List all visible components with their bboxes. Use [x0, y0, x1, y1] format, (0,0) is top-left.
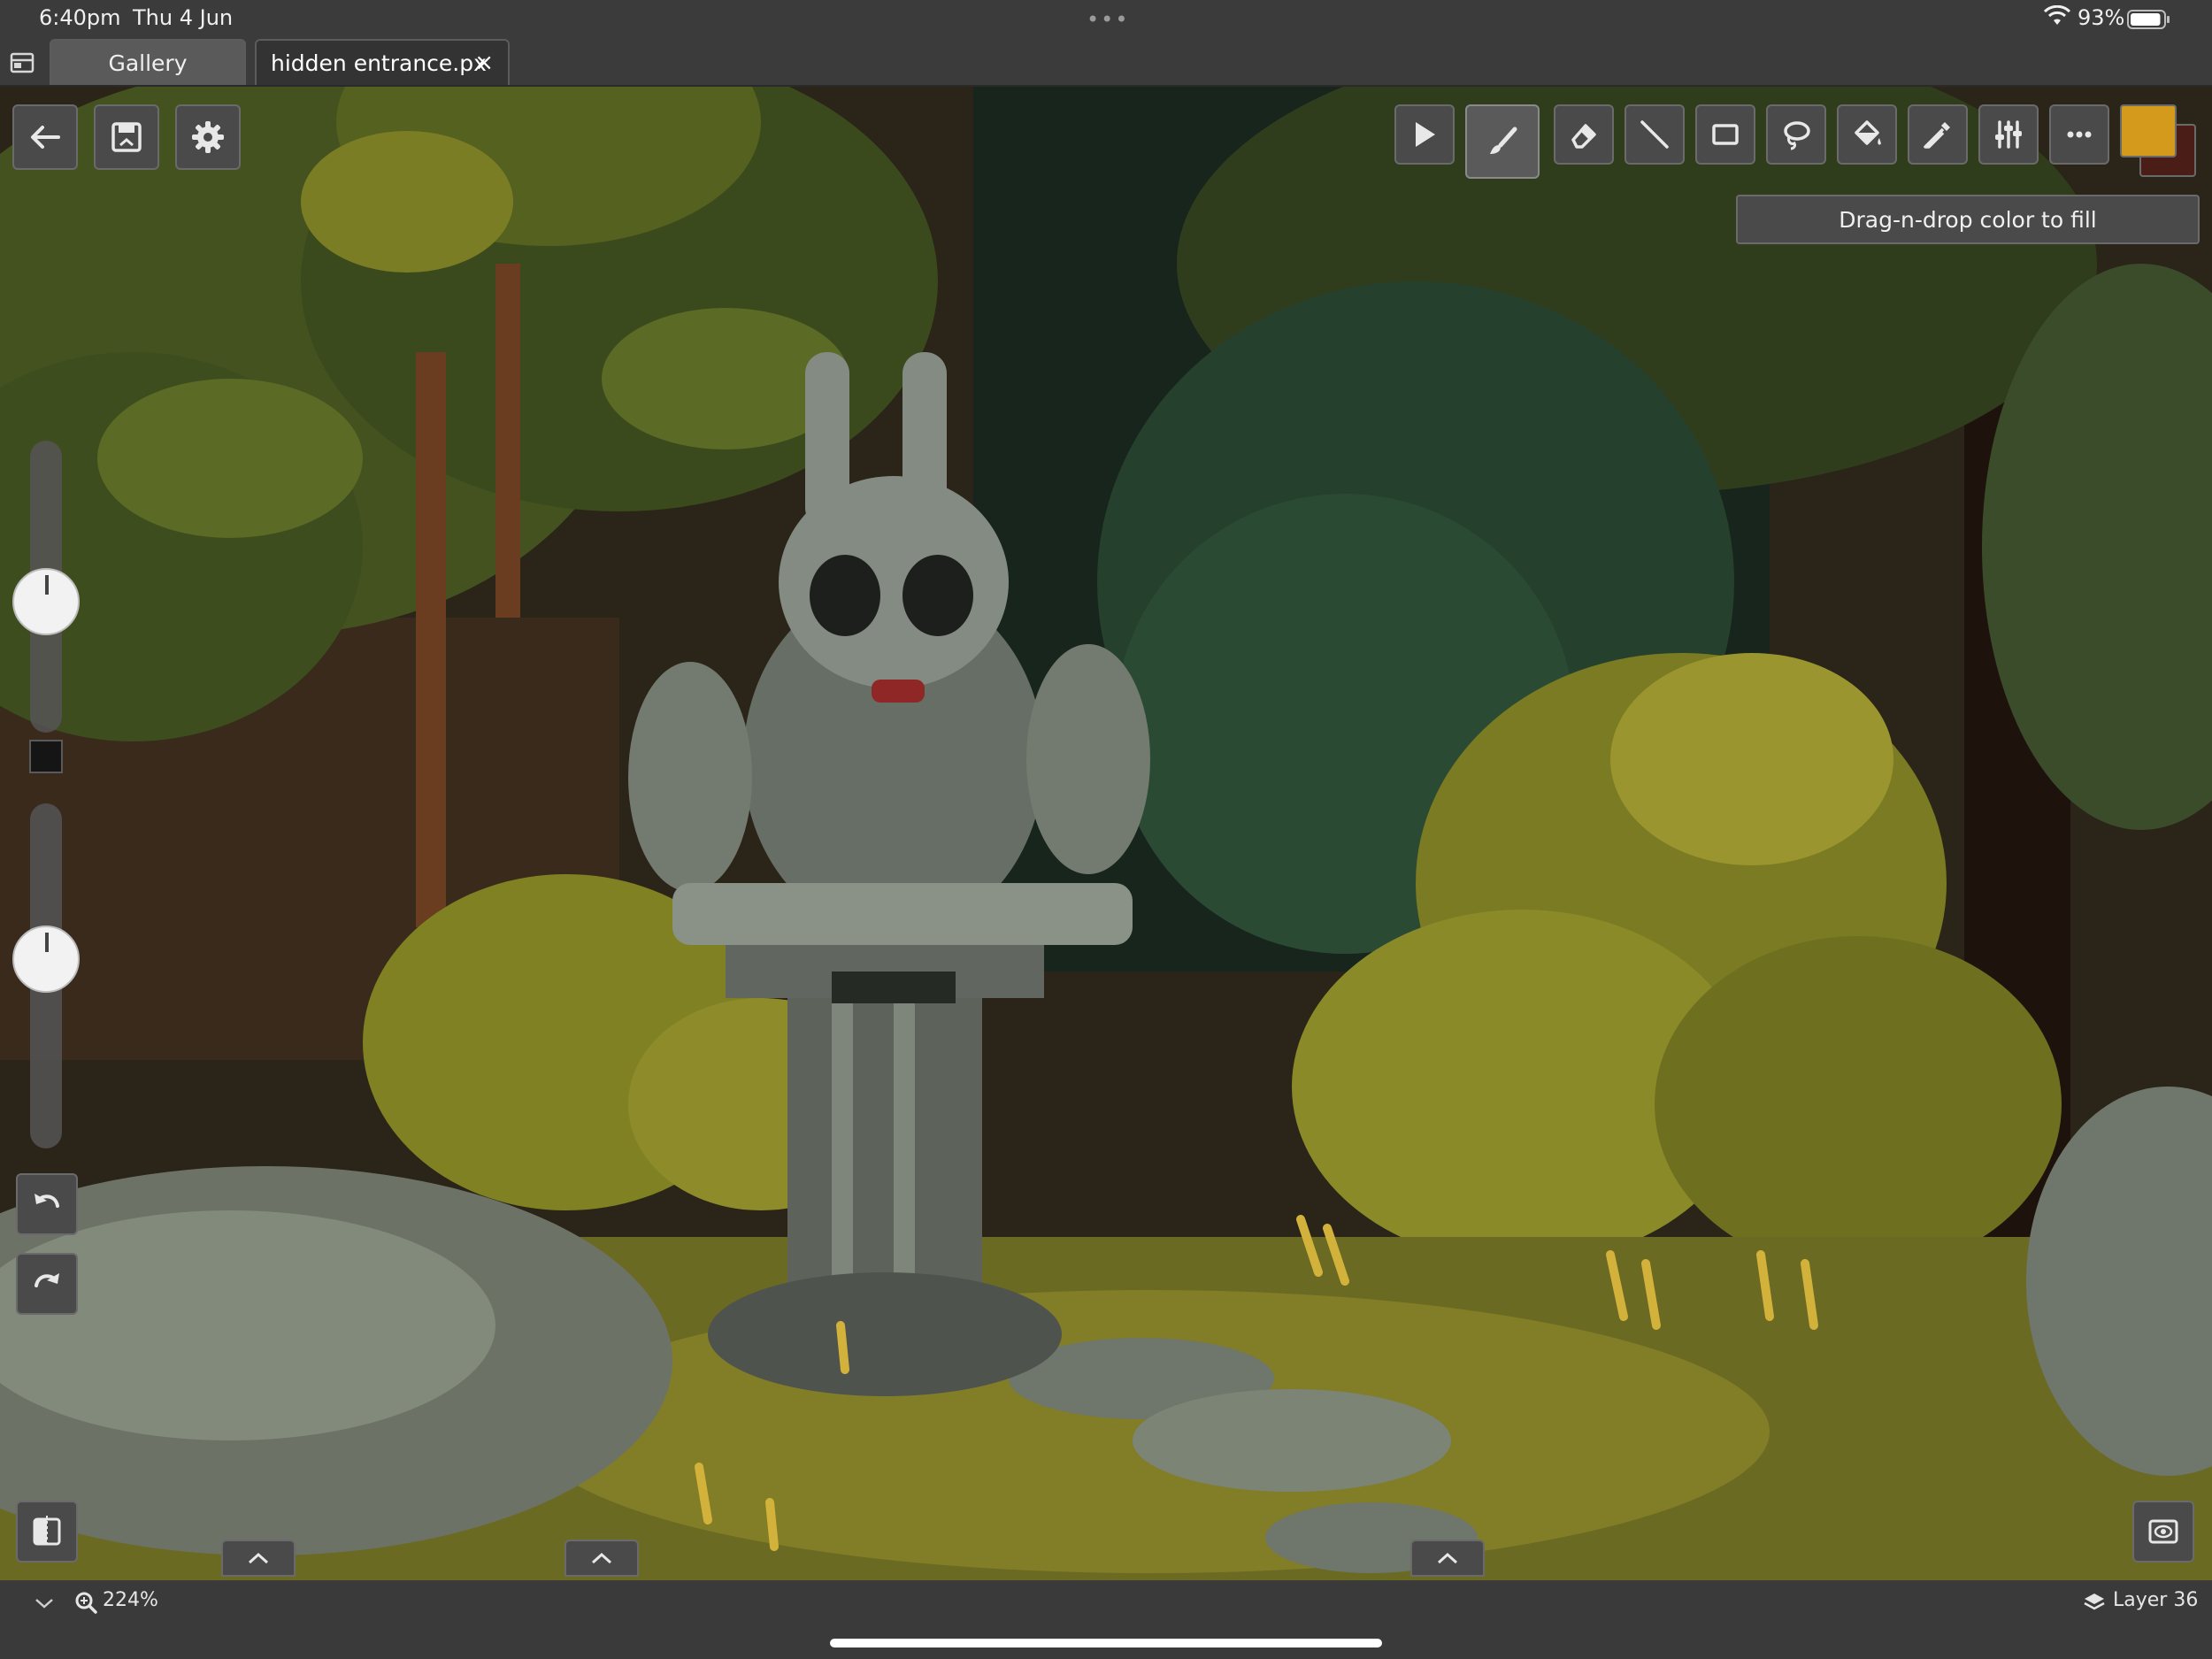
redo-button[interactable] [16, 1253, 78, 1315]
tab-close-icon[interactable]: × [474, 50, 494, 76]
tab-file-label: hidden entrance.px [271, 50, 487, 76]
tool-lasso[interactable] [1766, 104, 1826, 165]
home-indicator[interactable] [830, 1639, 1382, 1647]
status-time: 6:40pm [39, 5, 121, 30]
eyedropper-icon [1924, 122, 1950, 149]
bottom-bar: 224% Layer 36 [0, 1580, 2212, 1659]
settings-button[interactable] [175, 104, 241, 170]
redo-icon [35, 1273, 59, 1287]
drawer-handle-middle[interactable] [565, 1540, 639, 1577]
lasso-icon [1784, 121, 1810, 150]
gear-icon [192, 121, 224, 153]
tool-adjustments[interactable] [1978, 104, 2039, 165]
drawer-handle-right[interactable] [1410, 1540, 1485, 1577]
undo-icon [35, 1194, 59, 1208]
brush-preview-swatch [29, 740, 63, 773]
current-layer[interactable]: Layer 36 [2113, 1589, 2198, 1611]
tool-line[interactable] [1624, 104, 1685, 165]
sidebar-toggle-icon[interactable] [9, 50, 35, 76]
mirror-icon [33, 1516, 61, 1548]
drawer-handle-left[interactable] [221, 1540, 296, 1577]
tool-eyedropper[interactable] [1908, 104, 1968, 165]
opacity-knob[interactable] [12, 925, 80, 993]
fill-tooltip: Drag-n-drop color to fill [1736, 195, 2200, 244]
undo-button[interactable] [16, 1173, 78, 1235]
canvas-menu-button[interactable] [94, 104, 159, 170]
chevron-down-icon[interactable] [34, 1596, 55, 1610]
mirror-button[interactable] [16, 1501, 78, 1563]
pixel-artwork [0, 87, 2212, 1580]
battery-icon [2127, 10, 2170, 29]
back-arrow-icon [31, 126, 60, 149]
chevron-up-icon [1437, 1552, 1458, 1564]
zoom-level[interactable]: 224% [103, 1589, 158, 1611]
tool-brush[interactable] [1465, 104, 1540, 179]
preview-button[interactable] [2132, 1501, 2194, 1563]
tab-gallery[interactable]: Gallery [50, 39, 246, 85]
magnifier-icon [75, 1592, 97, 1614]
fill-bucket-icon [1855, 120, 1881, 145]
chevron-up-icon [591, 1552, 612, 1564]
canvas-file-icon [111, 122, 142, 152]
tab-gallery-label: Gallery [108, 50, 188, 76]
line-icon [1640, 120, 1669, 149]
tool-select[interactable] [1394, 104, 1455, 165]
tab-hidden-entrance[interactable]: hidden entrance.px × [255, 39, 510, 85]
tab-bar: Gallery hidden entrance.px × [0, 39, 2212, 87]
multitask-dots-icon[interactable]: ••• [1087, 7, 1129, 32]
battery-percent: 93% [2078, 5, 2125, 30]
more-dots-icon [2067, 131, 2092, 138]
status-bar: 6:40pm Thu 4 Jun ••• 93% [0, 0, 2212, 39]
status-date: Thu 4 Jun [133, 5, 234, 30]
sliders-icon [1995, 120, 2022, 149]
primary-color-swatch[interactable] [2120, 104, 2177, 157]
tool-rectangle[interactable] [1695, 104, 1755, 165]
rectangle-icon [1712, 124, 1739, 145]
wifi-icon [2044, 5, 2070, 25]
tool-fill[interactable] [1837, 104, 1897, 165]
brush-icon [1490, 127, 1517, 154]
tool-eraser[interactable] [1554, 104, 1614, 165]
drawing-canvas[interactable]: Drag-n-drop color to fill [0, 87, 2212, 1580]
layers-icon [2084, 1594, 2105, 1610]
back-button[interactable] [12, 104, 78, 170]
eraser-icon [1571, 124, 1596, 149]
brush-size-knob[interactable] [12, 567, 80, 635]
tool-more[interactable] [2049, 104, 2109, 165]
eye-preview-icon [2148, 1519, 2178, 1544]
cursor-arrow-icon [1416, 122, 1435, 147]
chevron-up-icon [248, 1552, 269, 1564]
